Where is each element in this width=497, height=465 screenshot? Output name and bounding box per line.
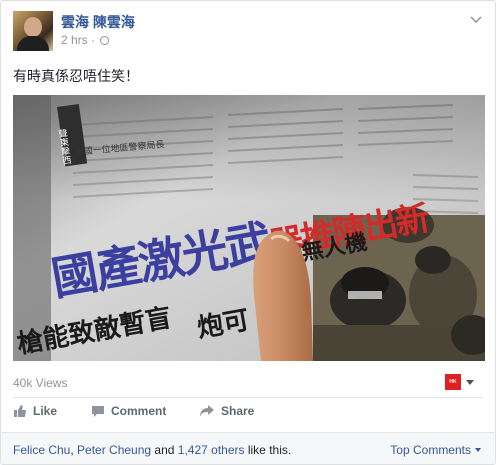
post-meta: 2 hrs · <box>61 33 110 47</box>
top-comments-dropdown[interactable]: Top Comments <box>390 443 481 457</box>
chevron-down-icon[interactable] <box>469 13 483 27</box>
view-count: 40k Views <box>13 376 68 390</box>
author-name[interactable]: 雲海 陳雲海 <box>61 12 135 32</box>
likes-footer: Felice Chu, Peter Cheung and 1,427 other… <box>1 432 495 464</box>
share-arrow-icon <box>200 405 214 417</box>
like-button[interactable]: Like <box>13 404 57 418</box>
meta-separator: · <box>91 33 96 47</box>
page-logo-icon[interactable]: HK <box>445 374 461 390</box>
avatar-face <box>24 17 42 37</box>
top-comments-label: Top Comments <box>390 443 471 457</box>
caret-down-icon[interactable] <box>466 380 474 385</box>
share-button[interactable]: Share <box>199 404 254 418</box>
avatar[interactable] <box>13 11 53 51</box>
likes-tail: like this. <box>244 443 292 457</box>
liker-name-1[interactable]: Felice Chu <box>13 443 70 457</box>
globe-icon[interactable] <box>100 36 110 45</box>
video-frame: 聲東擊西 美國一位地區警察局長 國產激光武器推陳出新 槍能致敵暫盲 炮可 無人機 <box>13 95 485 361</box>
post-card: 雲海 陳雲海 2 hrs · 有時真係忍唔住笑！ 聲東擊西 美國一位地區警察局長… <box>0 0 496 465</box>
comment-label: Comment <box>111 404 167 418</box>
like-label: Like <box>33 404 58 418</box>
video-player[interactable]: 聲東擊西 美國一位地區警察局長 國產激光武器推陳出新 槍能致敵暫盲 炮可 無人機 <box>13 95 485 361</box>
caret-down-icon <box>475 448 481 452</box>
likes-summary: Felice Chu, Peter Cheung and 1,427 other… <box>13 443 291 457</box>
divider <box>13 397 483 398</box>
comment-button[interactable]: Comment <box>91 404 166 418</box>
post-time[interactable]: 2 hrs <box>61 33 88 47</box>
avatar-body <box>17 36 49 51</box>
share-label: Share <box>221 404 255 418</box>
likes-others-link[interactable]: 1,427 others <box>178 443 245 457</box>
post-text: 有時真係忍唔住笑！ <box>13 68 139 84</box>
thumbs-up-icon <box>14 405 26 417</box>
liker-name-2[interactable]: Peter Cheung <box>77 443 151 457</box>
likes-and: and <box>151 443 178 457</box>
comment-icon <box>92 406 104 417</box>
